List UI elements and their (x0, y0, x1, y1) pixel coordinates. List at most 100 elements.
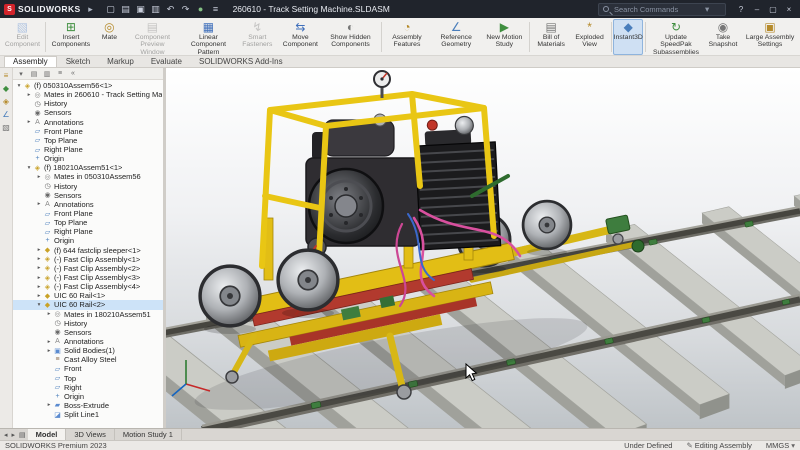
tree-item[interactable]: ◷History (13, 319, 163, 328)
propertymanager-tab-icon[interactable]: ◆ (1, 83, 12, 94)
dimxpertmanager-tab-icon[interactable]: ∠ (1, 109, 12, 120)
minimize-button[interactable]: – (750, 2, 764, 16)
featuremanager-tab-icon[interactable]: ≡ (1, 70, 12, 81)
command-search[interactable]: ▾ (598, 3, 726, 16)
solidworks-logo[interactable]: S SOLIDWORKS ▸ (4, 2, 98, 16)
tree-item[interactable]: ▸◈(-) Fast Clip Assembly<4> (13, 282, 163, 291)
tree-item[interactable]: ▾◆UIC 60 Rail<2> (13, 300, 163, 309)
model-tab-3d-views[interactable]: 3D Views (66, 429, 115, 440)
tab-markup[interactable]: Markup (99, 57, 142, 67)
ribbon-button-mate[interactable]: ◎Mate (94, 19, 124, 55)
tree-item[interactable]: ▸◆UIC 60 Rail<1> (13, 291, 163, 300)
open-icon[interactable]: ▤ (119, 2, 133, 16)
tab-scroll-right-icon[interactable]: ▸ (10, 429, 18, 440)
tree-item[interactable]: ◉Sensors (13, 191, 163, 200)
tree-item[interactable]: ◉Sensors (13, 108, 163, 117)
ribbon-button-move-component[interactable]: ⇆Move Component (278, 19, 322, 55)
tree-item[interactable]: ▸AAnnotations (13, 200, 163, 209)
expander-icon[interactable]: ▸ (35, 284, 43, 290)
tree-item[interactable]: ▸◈(-) Fast Clip Assembly<2> (13, 264, 163, 273)
tree-item[interactable]: ▱Top (13, 374, 163, 383)
tree-item[interactable]: ▾◈(f) 050310Assem56<1> (13, 81, 163, 90)
model-tab-list-icon[interactable]: ▤ (17, 429, 28, 440)
tree-item[interactable]: +Origin (13, 154, 163, 163)
tree-item[interactable]: +Origin (13, 392, 163, 401)
settings-icon[interactable]: ≡ (209, 2, 223, 16)
ribbon-button-show-hidden-components[interactable]: ◐Show Hidden Components (323, 19, 379, 55)
menu-arrow-icon[interactable]: ▸ (84, 2, 98, 16)
expander-icon[interactable]: ▾ (15, 83, 23, 89)
tree-item[interactable]: ◉Sensors (13, 328, 163, 337)
maximize-button[interactable]: ▢ (766, 2, 780, 16)
tree-item[interactable]: ▸◎Mates in 180210Assem51 (13, 310, 163, 319)
tree-item[interactable]: ▸◎Mates in 260610 - Track Setting Ma (13, 90, 163, 99)
configurationmanager-tab-icon[interactable]: ◈ (1, 96, 12, 107)
tree-filter-icon[interactable]: ▾ (16, 70, 26, 78)
tab-scroll-left-icon[interactable]: ◂ (2, 429, 10, 440)
search-dropdown-icon[interactable]: ▾ (705, 4, 709, 15)
tree-display-icon[interactable]: ▤ (29, 70, 39, 78)
tree-item[interactable]: ▱Top Plane (13, 136, 163, 145)
expander-icon[interactable]: ▸ (35, 174, 43, 180)
ribbon-button-insert-components[interactable]: ⊞Insert Components (47, 19, 94, 55)
model-tab-model[interactable]: Model (28, 429, 67, 440)
ribbon-button-instant3d[interactable]: ◆Instant3D (613, 19, 643, 55)
tree-item[interactable]: ▱Top Plane (13, 218, 163, 227)
tab-assembly[interactable]: Assembly (4, 56, 57, 67)
tree-item[interactable]: ▸◎Mates in 050310Assem56 (13, 172, 163, 181)
ribbon-button-update-speedpak-subassemblies[interactable]: ↻Update SpeedPak Subassemblies (648, 19, 704, 55)
file-new-icon[interactable]: ▢ (104, 2, 118, 16)
tree-item[interactable]: ▱Right (13, 383, 163, 392)
tree-options-icon[interactable]: ≡ (55, 70, 65, 77)
model-tab-motion-study-1[interactable]: Motion Study 1 (115, 429, 182, 440)
tree-item[interactable]: ▸◆(f) 644 fastclip sleeper<1> (13, 246, 163, 255)
ribbon-button-bill-of-materials[interactable]: ▤Bill of Materials (532, 19, 571, 55)
tree-item[interactable]: ▸▰Boss-Extrude (13, 401, 163, 410)
expander-icon[interactable]: ▸ (45, 348, 53, 354)
expander-icon[interactable]: ▸ (35, 256, 43, 262)
tree-item[interactable]: ▾◈(f) 180210Assem51<1> (13, 163, 163, 172)
graphics-viewport[interactable] (166, 68, 800, 428)
expander-icon[interactable]: ▸ (45, 402, 53, 408)
rebuild-icon[interactable]: ● (194, 2, 208, 16)
tree-item[interactable]: ▸AAnnotations (13, 337, 163, 346)
expander-icon[interactable]: ▸ (35, 247, 43, 253)
redo-icon[interactable]: ↷ (179, 2, 193, 16)
close-button[interactable]: × (782, 2, 796, 16)
tree-item[interactable]: ◷History (13, 99, 163, 108)
ribbon-button-exploded-view[interactable]: *Exploded View (571, 19, 609, 55)
tab-sketch[interactable]: Sketch (58, 57, 98, 67)
tab-solidworks-add-ins[interactable]: SOLIDWORKS Add-Ins (191, 57, 291, 67)
tree-item[interactable]: ▸▣Solid Bodies(1) (13, 346, 163, 355)
expander-icon[interactable]: ▸ (35, 201, 43, 207)
displaymanager-tab-icon[interactable]: ▧ (1, 122, 12, 133)
search-input[interactable] (612, 4, 702, 15)
expander-icon[interactable]: ▸ (35, 293, 43, 299)
ribbon-button-large-assembly-settings[interactable]: ▣Large Assembly Settings (742, 19, 798, 55)
tree-item[interactable]: ▸◈(-) Fast Clip Assembly<3> (13, 273, 163, 282)
tree-item[interactable]: ▱Front (13, 364, 163, 373)
expander-icon[interactable]: ▸ (25, 119, 33, 125)
tree-item[interactable]: ▱Front Plane (13, 209, 163, 218)
pin-icon[interactable]: « (68, 70, 78, 77)
tree-item[interactable]: ▸◈(-) Fast Clip Assembly<1> (13, 255, 163, 264)
ribbon-button-linear-component-pattern[interactable]: ▦Linear Component Pattern (180, 19, 236, 55)
expander-icon[interactable]: ▾ (25, 165, 33, 171)
expander-icon[interactable]: ▾ (35, 302, 43, 308)
tree-item[interactable]: ◪Split Line1 (13, 410, 163, 419)
expander-icon[interactable]: ▸ (25, 92, 33, 98)
units-selector[interactable]: MMGS ▾ (766, 441, 795, 450)
expander-icon[interactable]: ▸ (45, 339, 53, 345)
tree-item[interactable]: ▸AAnnotations (13, 118, 163, 127)
tree-item[interactable]: ◷History (13, 182, 163, 191)
expander-icon[interactable]: ▸ (45, 311, 53, 317)
ribbon-button-new-motion-study[interactable]: ▶New Motion Study (482, 19, 527, 55)
tree-item[interactable]: ▱Right Plane (13, 227, 163, 236)
tree-item[interactable]: ≡Cast Alloy Steel (13, 355, 163, 364)
ribbon-button-reference-geometry[interactable]: ∠Reference Geometry (431, 19, 482, 55)
expand-collapse-icon[interactable]: ▥ (42, 70, 52, 78)
tree-item[interactable]: +Origin (13, 236, 163, 245)
tab-evaluate[interactable]: Evaluate (143, 57, 190, 67)
help-button[interactable]: ? (734, 2, 748, 16)
undo-icon[interactable]: ↶ (164, 2, 178, 16)
